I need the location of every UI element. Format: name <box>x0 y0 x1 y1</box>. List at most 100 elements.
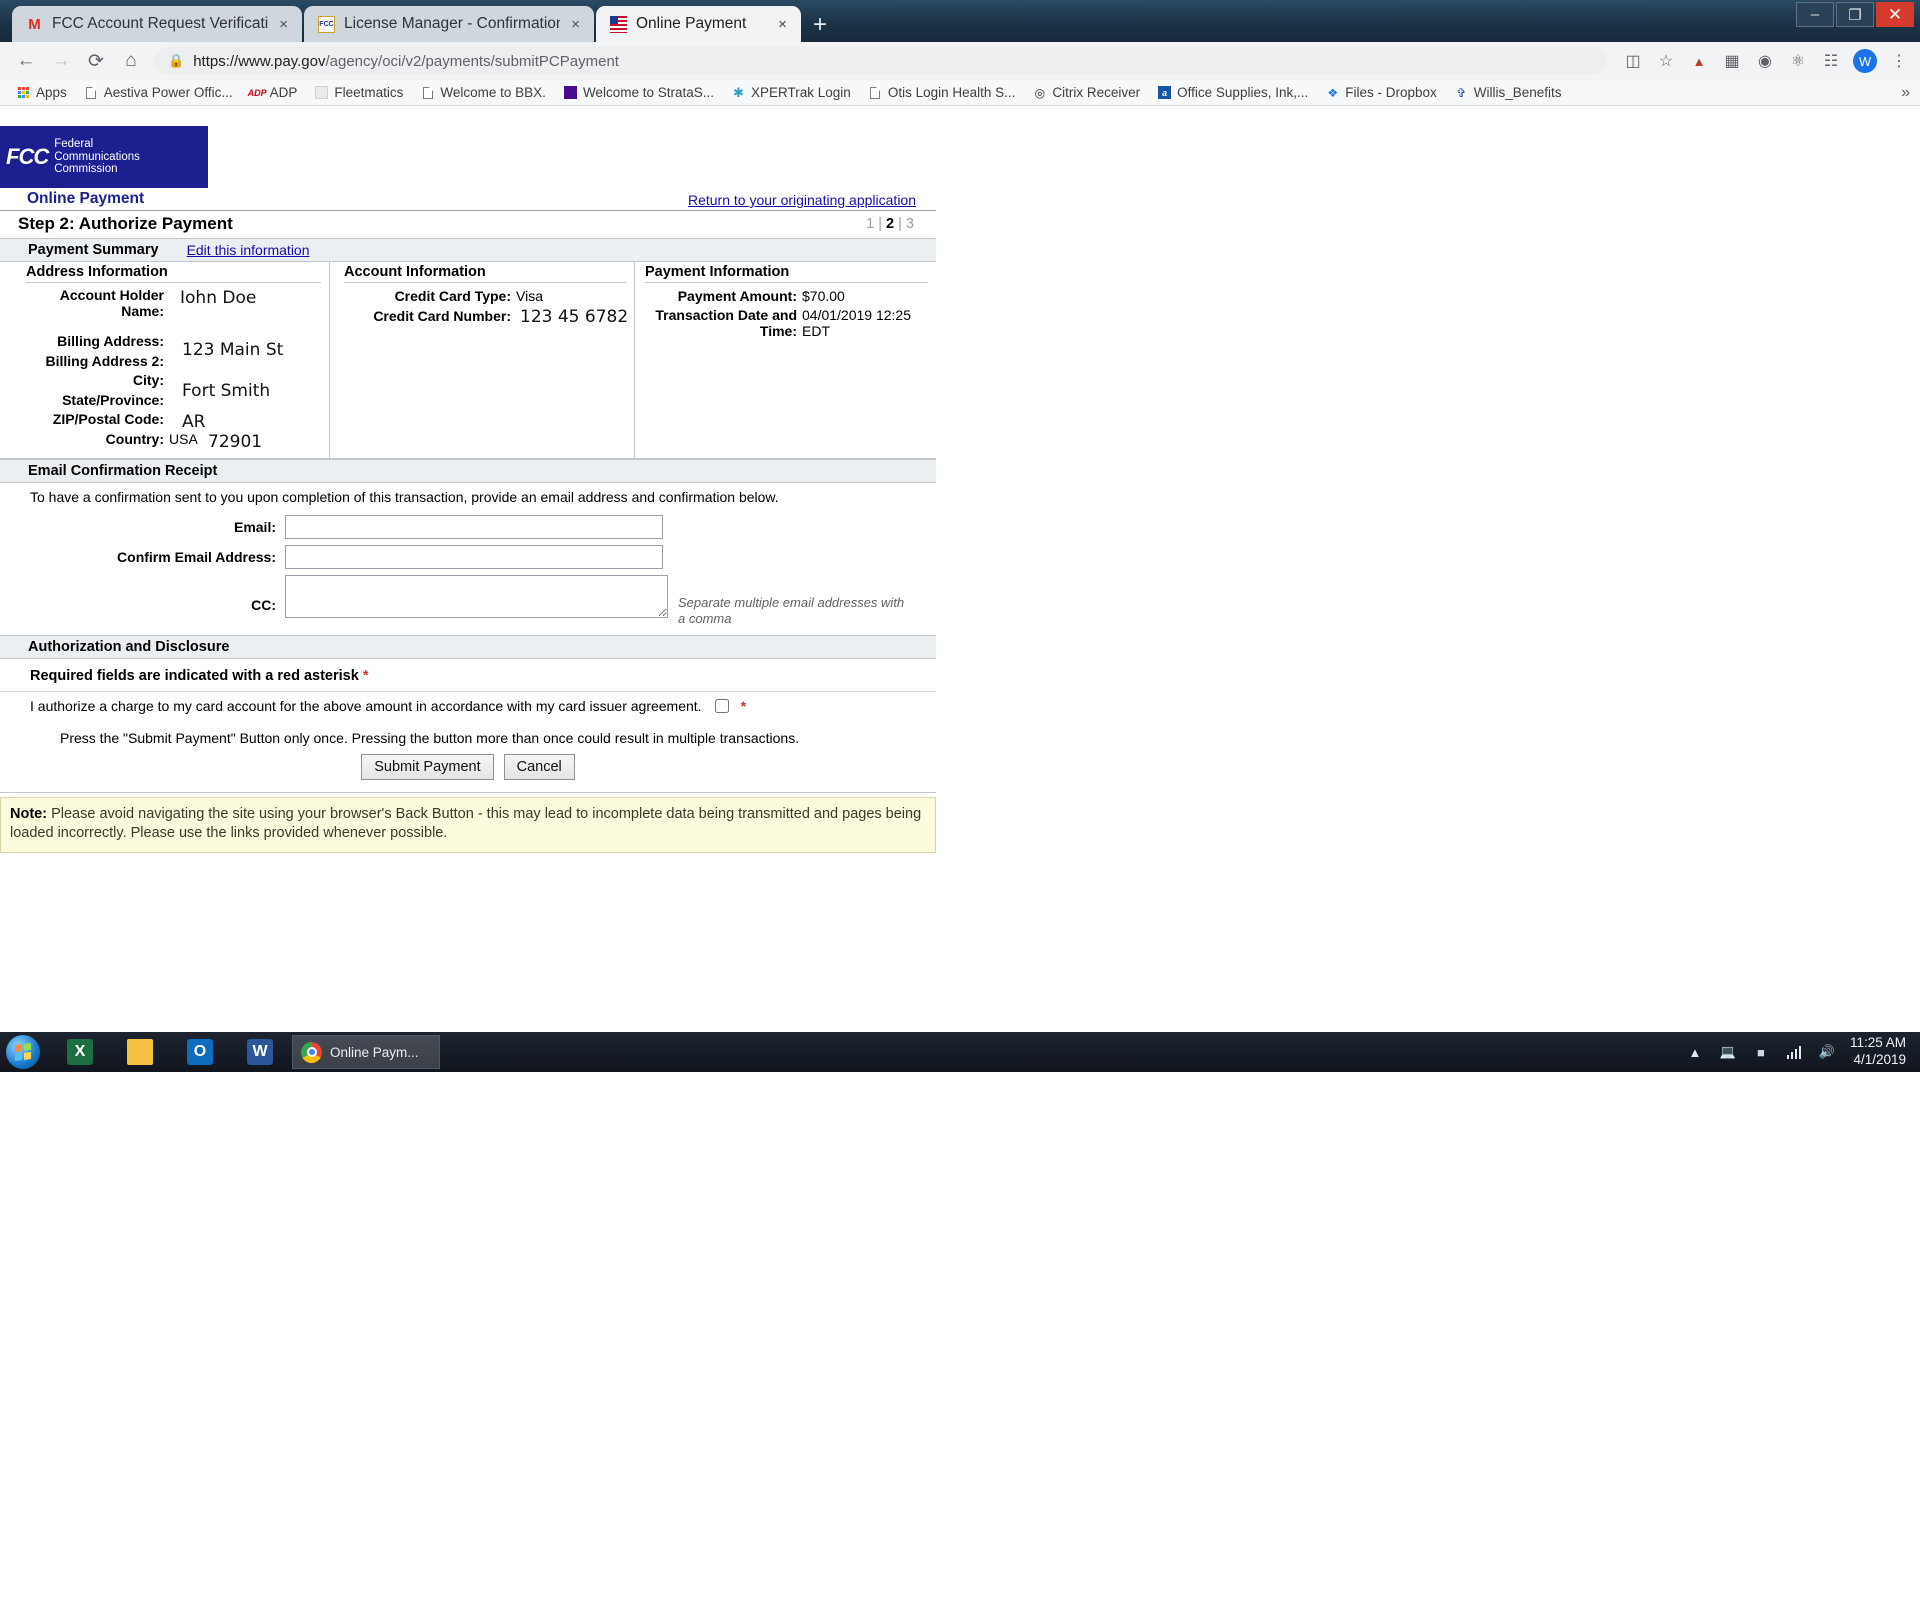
card-icon[interactable]: ◫ <box>1622 50 1644 72</box>
bookmark-office-supplies[interactable]: a Office Supplies, Ink,... <box>1149 85 1317 100</box>
us-flag-icon <box>610 15 627 33</box>
authorize-charge-text: I authorize a charge to my card account … <box>30 698 702 715</box>
office-depot-icon: a <box>1158 86 1172 99</box>
tab-label: License Manager - Confirmation <box>344 15 561 32</box>
tab-online-payment[interactable]: Online Payment × <box>596 6 801 42</box>
bookmark-welcome-to-stratas[interactable]: Welcome to StrataS... <box>555 85 723 100</box>
signal-icon[interactable] <box>1784 1042 1804 1062</box>
field-payment-amount: Payment Amount: $70.00 <box>645 287 928 306</box>
reload-icon[interactable]: ⟳ <box>80 45 112 77</box>
submit-payment-button[interactable]: Submit Payment <box>361 754 494 781</box>
cc-row: CC: Separate multiple email addresses wi… <box>0 573 936 636</box>
field-value: USA <box>169 431 198 448</box>
step-header: Step 2: Authorize Payment 1 | 2 | 3 <box>0 211 936 238</box>
step-indicator: 1 | 2 | 3 <box>866 216 914 232</box>
authorization-section-header: Authorization and Disclosure <box>0 635 936 660</box>
bookmark-xpertrak-login[interactable]: ✱ XPERTrak Login <box>723 84 860 101</box>
circle-icon[interactable]: ◉ <box>1754 50 1776 72</box>
tab-close-icon[interactable]: × <box>569 16 582 33</box>
required-fields-note: Required fields are indicated with a red… <box>0 659 936 691</box>
taskbar-outlook[interactable]: O <box>172 1034 228 1070</box>
back-icon[interactable]: ← <box>10 45 42 77</box>
network-icon[interactable]: 💻 <box>1718 1042 1738 1062</box>
taskbar-excel[interactable]: X <box>52 1034 108 1070</box>
bookmarks-overflow-icon[interactable]: » <box>1901 84 1910 102</box>
grid-icon[interactable]: ☷ <box>1820 50 1842 72</box>
back-button-note: Note: Please avoid navigating the site u… <box>0 797 936 854</box>
account-information-panel: Account Information Credit Card Type: Vi… <box>330 262 635 458</box>
press-once-warning: Press the "Submit Payment" Button only o… <box>60 730 800 747</box>
apps-grid-icon <box>17 86 30 99</box>
confirm-email-input[interactable] <box>285 544 663 569</box>
bookmark-apps[interactable]: Apps <box>8 85 76 100</box>
volume-icon[interactable]: 🔊 <box>1817 1042 1837 1062</box>
step-1[interactable]: 1 <box>866 216 874 232</box>
taskbar-file-explorer[interactable] <box>112 1034 168 1070</box>
authorize-charge-checkbox[interactable] <box>714 699 729 714</box>
star-burst-icon: ✱ <box>733 84 744 100</box>
overlay-state-province: AR <box>182 412 206 432</box>
bookmark-otis-login-health[interactable]: Otis Login Health S... <box>860 85 1025 100</box>
payment-summary-header: Payment Summary Edit this information <box>0 238 936 262</box>
online-payment-header: Online Payment Return to your originatin… <box>0 188 936 211</box>
account-information-title: Account Information <box>344 262 626 283</box>
start-button[interactable] <box>6 1035 40 1069</box>
word-icon: W <box>247 1039 273 1065</box>
pdf-icon[interactable]: ▲ <box>1688 50 1710 72</box>
bookmark-fleetmatics[interactable]: Fleetmatics <box>306 85 412 100</box>
minimize-button[interactable]: – <box>1796 2 1834 27</box>
forward-icon[interactable]: → <box>45 45 77 77</box>
taskbar-word[interactable]: W <box>232 1034 288 1070</box>
adp-icon: ADP <box>247 87 267 98</box>
puzzle-icon[interactable]: ▦ <box>1721 50 1743 72</box>
star-icon[interactable]: ☆ <box>1655 50 1677 72</box>
field-city: City: <box>26 371 321 390</box>
note-prefix: Note: <box>10 806 48 823</box>
close-button[interactable]: ✕ <box>1876 2 1914 27</box>
field-account-holder-name: Account Holder Name: <box>26 287 321 319</box>
home-icon[interactable]: ⌂ <box>115 45 147 77</box>
tray-overflow-icon[interactable]: ▲ <box>1685 1042 1705 1062</box>
bookmark-aestiva-power-office[interactable]: Aestiva Power Offic... <box>76 85 242 100</box>
form-buttons: Submit Payment Cancel <box>0 752 936 794</box>
battery-icon[interactable]: ■ <box>1751 1042 1771 1062</box>
avatar[interactable]: W <box>1853 49 1877 73</box>
maximize-button[interactable]: ❐ <box>1836 2 1874 27</box>
clock-time: 11:25 AM <box>1849 1035 1906 1051</box>
cc-hint: Separate multiple email addresses with a… <box>678 594 905 626</box>
edit-this-information-link[interactable]: Edit this information <box>187 242 310 258</box>
bookmark-adp[interactable]: ADP ADP <box>242 85 307 100</box>
bookmark-label: XPERTrak Login <box>751 85 851 100</box>
browser-menu-icon[interactable]: ⋮ <box>1888 50 1910 72</box>
authorize-charge-row: I authorize a charge to my card account … <box>0 691 936 722</box>
new-tab-button[interactable]: + <box>813 13 827 37</box>
bookmark-label: Willis_Benefits <box>1473 85 1562 100</box>
field-label: Transaction Date and Time: <box>655 306 797 340</box>
page-icon <box>85 86 98 99</box>
cancel-button[interactable]: Cancel <box>503 754 575 781</box>
bookmark-files-dropbox[interactable]: ❖ Files - Dropbox <box>1317 85 1446 100</box>
email-label: Email: <box>233 518 276 535</box>
email-receipt-blurb: To have a confirmation sent to you upon … <box>30 488 779 505</box>
email-input[interactable] <box>285 514 663 539</box>
taskbar-chrome-window[interactable]: Online Paym... <box>292 1035 440 1069</box>
taskbar-clock[interactable]: 11:25 AM 4/1/2019 <box>1850 1035 1906 1069</box>
tab-license-manager[interactable]: FCC License Manager - Confirmation × <box>304 6 594 42</box>
url-path: /agency/oci/v2/payments/submitPCPayment <box>325 52 619 70</box>
bookmark-welcome-to-bbx[interactable]: Welcome to BBX. <box>412 85 555 100</box>
bookmark-willis-benefits[interactable]: ✞ Willis_Benefits <box>1446 85 1571 100</box>
bookmark-citrix-receiver[interactable]: ◎ Citrix Receiver <box>1024 85 1149 100</box>
excel-icon: X <box>67 1039 93 1065</box>
field-label: Country: <box>105 431 164 448</box>
tab-close-icon[interactable]: × <box>277 16 290 33</box>
return-to-originating-application-link[interactable]: Return to your originating application <box>688 192 916 208</box>
cc-textarea[interactable] <box>285 574 668 618</box>
address-bar[interactable]: 🔒 https://www.pay.gov/agency/oci/v2/paym… <box>154 47 1607 75</box>
field-label: ZIP/Postal Code: <box>52 411 164 428</box>
at-icon[interactable]: ⚛ <box>1787 50 1809 72</box>
overlay-city: Fort Smith <box>182 381 271 401</box>
fcc-icon: FCC <box>318 15 335 33</box>
tab-fcc-account-request[interactable]: M FCC Account Request Verification × <box>12 6 302 42</box>
bookmark-label: Citrix Receiver <box>1052 85 1141 100</box>
tab-close-icon[interactable]: × <box>776 16 789 33</box>
